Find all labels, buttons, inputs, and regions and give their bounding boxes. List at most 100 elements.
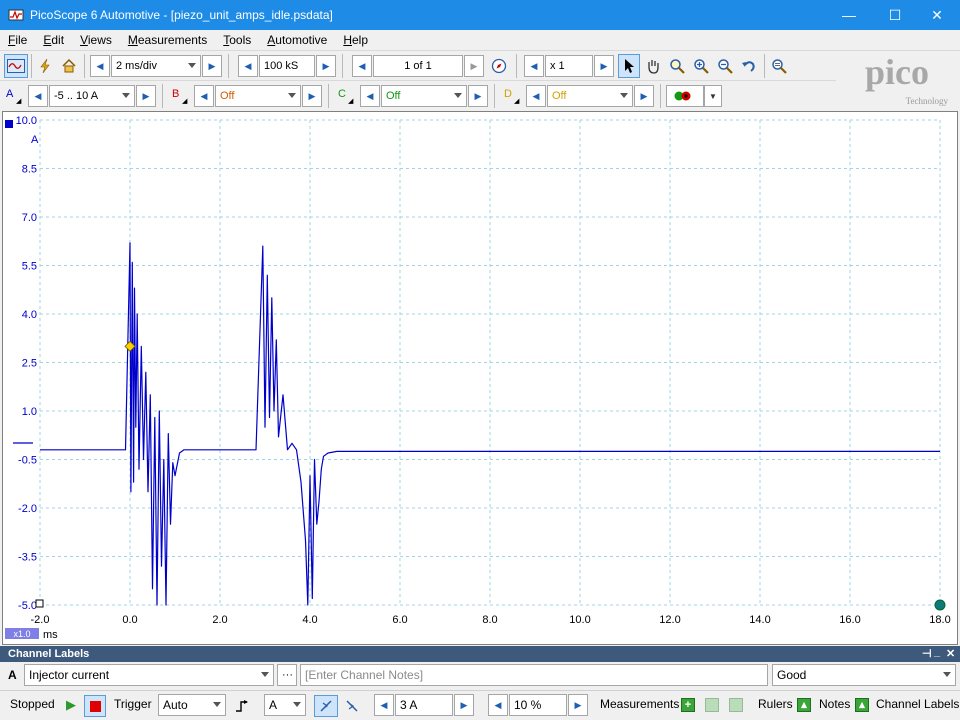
trigger-marker[interactable] (124, 340, 136, 352)
default-setup-button[interactable] (58, 54, 80, 78)
channel-b-range-decrease-button[interactable]: ◀ (194, 85, 214, 107)
channel-d-range-select[interactable]: Off (547, 85, 633, 107)
undo-zoom-button[interactable] (738, 54, 760, 78)
y-tick-label: -0.5 (18, 455, 37, 467)
toolbar-separator (516, 54, 517, 78)
close-window-button[interactable]: ✕ (914, 0, 960, 30)
rulers-toggle-icon[interactable]: ▴ (797, 698, 811, 712)
menu-automotive[interactable]: Automotive (267, 33, 327, 47)
threshold-increase-button[interactable]: ▶ (454, 694, 474, 716)
channel-a-range-increase-button[interactable]: ▶ (136, 85, 156, 107)
x-tick-label: 6.0 (392, 614, 407, 626)
menu-edit[interactable]: Edit (43, 33, 64, 47)
close-panel-icon[interactable]: ✕ (946, 647, 955, 660)
pin-icon[interactable]: ⊣ (922, 647, 932, 660)
add-measurement-icon[interactable]: + (681, 698, 695, 712)
channel-a-label[interactable]: A (6, 88, 13, 100)
pretrigger-increase-button[interactable]: ▶ (568, 694, 588, 716)
rising-edge-button[interactable] (314, 695, 338, 717)
channel-c-range-decrease-button[interactable]: ◀ (360, 85, 380, 107)
channel-a-range-select[interactable]: -5 .. 10 A (49, 85, 135, 107)
buffer-next-button[interactable]: ▶ (464, 55, 484, 77)
zoom-in-button[interactable] (690, 54, 712, 78)
channel-c-label[interactable]: C (338, 88, 346, 100)
channel-name-select[interactable]: Injector current (24, 664, 274, 686)
svg-text:pico: pico (865, 52, 929, 92)
samples-increase-button[interactable]: ▶ (316, 55, 336, 77)
menu-views[interactable]: Views (80, 33, 112, 47)
hand-tool-button[interactable] (642, 54, 664, 78)
menu-tools[interactable]: Tools (223, 33, 251, 47)
trigger-threshold-field[interactable]: 3 A (395, 694, 453, 716)
menu-help[interactable]: Help (343, 33, 368, 47)
buffer-index-field[interactable]: 1 of 1 (373, 55, 463, 77)
channel-name-more-button[interactable]: ··· (277, 664, 297, 686)
channel-options-dropdown[interactable]: ▼ (704, 85, 722, 107)
start-capture-button[interactable]: ▶ (66, 697, 76, 713)
channel-d-label[interactable]: D (504, 88, 512, 100)
samples-decrease-button[interactable]: ◀ (238, 55, 258, 77)
channel-a-options-icon[interactable]: ◢ (16, 97, 21, 105)
toolbar-separator (494, 84, 495, 108)
falling-edge-button[interactable] (340, 695, 364, 717)
timebase-decrease-button[interactable]: ◀ (90, 55, 110, 77)
channel-d-range-decrease-button[interactable]: ◀ (526, 85, 546, 107)
x-axis-origin-marker[interactable] (35, 599, 44, 608)
samples-select[interactable]: 100 kS (259, 55, 315, 77)
channel-a-range-decrease-button[interactable]: ◀ (28, 85, 48, 107)
channel-quality-select[interactable]: Good (772, 664, 956, 686)
zoom-factor-field[interactable]: x 1 (545, 55, 593, 77)
buffer-previous-button[interactable]: ◀ (352, 55, 372, 77)
timebase-select[interactable]: 2 ms/div (111, 55, 201, 77)
minimize-button[interactable]: — (826, 0, 872, 30)
channel-c-range-increase-button[interactable]: ▶ (468, 85, 488, 107)
trigger-edge-icon (236, 700, 248, 712)
trigger-label: Trigger (114, 697, 152, 711)
y-tick-label: -2.0 (18, 503, 37, 515)
menu-measurements[interactable]: Measurements (128, 33, 207, 47)
zoom-out-button[interactable] (714, 54, 736, 78)
chevron-down-icon (261, 672, 269, 677)
menu-file[interactable]: File (8, 33, 27, 47)
stop-capture-button[interactable] (84, 695, 106, 717)
channel-options-button[interactable] (666, 85, 704, 107)
capture-state-label: Stopped (10, 697, 55, 711)
channel-d-range-increase-button[interactable]: ▶ (634, 85, 654, 107)
channel-b-range-increase-button[interactable]: ▶ (302, 85, 322, 107)
x-tick-label: 18.0 (929, 614, 950, 626)
horizontal-scroll-marker[interactable] (934, 599, 946, 611)
y-tick-label: 5.5 (22, 261, 37, 273)
channel-b-options-icon[interactable]: ◢ (182, 97, 187, 105)
trigger-mode-select[interactable]: Auto (158, 694, 226, 716)
edit-measurement-icon[interactable] (705, 698, 719, 712)
waveform-chart[interactable]: 10.0 8.5 7.0 5.5 4.0 2.5 1.0 -0.5 -2.0 -3.5 -5.0 -… (3, 112, 957, 644)
buffer-navigator-button[interactable] (488, 54, 510, 78)
zoom-marquee-button[interactable] (666, 54, 688, 78)
scope-view[interactable]: 10.0 8.5 7.0 5.5 4.0 2.5 1.0 -0.5 -2.0 -3.5 -5.0 -… (2, 111, 958, 645)
zoom-out-icon (718, 59, 733, 74)
channel-a-scale-marker[interactable] (5, 120, 13, 128)
select-tool-button[interactable] (618, 54, 640, 78)
channel-b-range-select[interactable]: Off (215, 85, 301, 107)
timebase-increase-button[interactable]: ▶ (202, 55, 222, 77)
pretrigger-decrease-button[interactable]: ◀ (488, 694, 508, 716)
minimize-panel-icon[interactable]: _ (934, 646, 940, 658)
scope-mode-button[interactable] (4, 54, 28, 78)
channel-notes-input[interactable]: [Enter Channel Notes] (300, 664, 768, 686)
trigger-channel-select[interactable]: A (264, 694, 306, 716)
channel-b-label[interactable]: B (172, 88, 179, 100)
advanced-trigger-button[interactable] (232, 696, 254, 716)
channel-c-options-icon[interactable]: ◢ (348, 97, 353, 105)
delete-measurement-icon[interactable] (729, 698, 743, 712)
pretrigger-field[interactable]: 10 % (509, 694, 567, 716)
auto-setup-button[interactable] (34, 54, 56, 78)
notes-toggle-icon[interactable]: ▴ (855, 698, 869, 712)
channel-c-range-select[interactable]: Off (381, 85, 467, 107)
maximize-button[interactable]: ☐ (872, 0, 918, 30)
channel-id: A (8, 668, 17, 682)
zoom-increase-button[interactable]: ▶ (594, 55, 614, 77)
zoom-overview-button[interactable] (768, 54, 790, 78)
channel-d-options-icon[interactable]: ◢ (514, 97, 519, 105)
threshold-decrease-button[interactable]: ◀ (374, 694, 394, 716)
zoom-decrease-button[interactable]: ◀ (524, 55, 544, 77)
